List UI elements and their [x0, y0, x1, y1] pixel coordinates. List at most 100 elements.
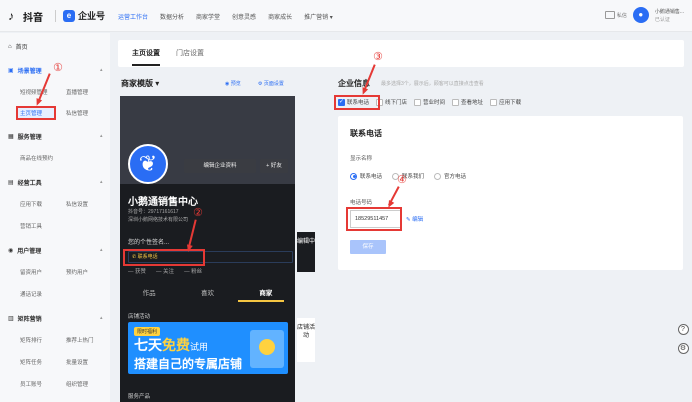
- sidebar-section-tools[interactable]: ▤ 经营工具: [8, 178, 42, 187]
- enterprise-info-hint: 最多选择3个，展示后，顾客可以直接点击查看: [381, 81, 484, 87]
- promo-banner[interactable]: 限时福利 七天免费试用 搭建自己的专属店铺: [128, 322, 288, 374]
- douyin-logo[interactable]: ♪ 抖音: [8, 9, 43, 25]
- tab-home-settings[interactable]: 主页设置: [132, 48, 160, 58]
- sidebar-item-hot[interactable]: 推荐上热门: [66, 336, 94, 344]
- sidebar-home-label: 首页: [15, 45, 28, 51]
- radio-official-phone[interactable]: 官方电话: [434, 172, 466, 180]
- annotation-box-4: [346, 207, 402, 231]
- settings-tabs: 主页设置 门店设置: [118, 40, 684, 67]
- banner-subline: 搭建自己的专属店铺: [134, 357, 243, 371]
- chevron-up-icon[interactable]: ▴: [100, 179, 103, 185]
- sidebar-item-staff[interactable]: 员工账号: [20, 380, 42, 388]
- home-icon: ⌂: [8, 43, 12, 50]
- user-name: 小鹅通销售...: [654, 8, 684, 15]
- sidebar-item-tasks[interactable]: 矩阵任务: [20, 358, 42, 366]
- annotation-number-1: ①: [53, 62, 63, 74]
- save-button[interactable]: 保存: [350, 240, 386, 254]
- sidebar-section-service[interactable]: ▦ 服务管理: [8, 132, 42, 141]
- enterprise-logo-icon: e: [63, 9, 75, 22]
- checkbox-address[interactable]: 查看地址: [452, 98, 483, 106]
- checkbox-app-download[interactable]: 应用下载: [490, 98, 521, 106]
- template-selector[interactable]: 商家模版 ▾: [121, 78, 159, 89]
- matrix-icon: ▥: [8, 316, 14, 322]
- radio-contact-phone[interactable]: 联系电话: [350, 172, 382, 180]
- nav-merchant-school[interactable]: 商家学堂: [196, 12, 220, 21]
- sidebar: ⌂ 首页 ▣ 场景管理 ▴ 短视频管理 直播管理 主页管理 私信管理 ▦ 服务管…: [0, 33, 110, 402]
- sidebar-item-marketing[interactable]: 营销工具: [20, 222, 42, 230]
- sidebar-item-booking[interactable]: 商品在线预约: [20, 154, 53, 162]
- scene-icon: ▣: [8, 68, 14, 74]
- avatar[interactable]: ●: [632, 7, 649, 23]
- help-icon[interactable]: ?: [677, 324, 689, 335]
- chevron-up-icon[interactable]: ▴: [100, 315, 103, 321]
- sidebar-section-label: 用户管理: [17, 249, 42, 255]
- message-icon: [604, 11, 615, 19]
- vtab-editing[interactable]: 编辑中: [297, 232, 315, 272]
- enterprise-brand[interactable]: e 企业号: [63, 9, 105, 22]
- settings-gear-icon[interactable]: ⚙: [677, 343, 689, 354]
- annotation-number-4: ④: [397, 174, 407, 186]
- sidebar-item-leads[interactable]: 留资用户: [20, 268, 42, 276]
- profile-tabs: 作品 喜欢 商家: [120, 287, 295, 301]
- sidebar-section-matrix[interactable]: ▥ 矩阵营销: [8, 314, 42, 323]
- tools-icon: ▤: [8, 180, 14, 186]
- sidebar-item-org[interactable]: 组织管理: [66, 380, 88, 388]
- sidebar-section-label: 场景管理: [17, 69, 42, 75]
- preview-button[interactable]: ◉ 预览: [225, 80, 241, 87]
- sidebar-item-dm-settings[interactable]: 私信设置: [66, 200, 88, 208]
- enterprise-brand-text: 企业号: [78, 11, 106, 21]
- sidebar-section-label: 矩阵营销: [17, 317, 42, 323]
- edit-phone-button[interactable]: ✎ 编辑: [406, 215, 423, 223]
- chevron-up-icon[interactable]: ▴: [100, 133, 103, 139]
- sidebar-item-booked-users[interactable]: 预约用户: [66, 268, 88, 276]
- sidebar-section-scene[interactable]: ▣ 场景管理: [8, 66, 42, 75]
- annotation-box-2: [123, 249, 205, 266]
- logo-divider: [55, 10, 56, 22]
- nav-data-analysis[interactable]: 数据分析: [160, 12, 184, 21]
- user-info[interactable]: 小鹅通销售... 已认证: [655, 8, 684, 23]
- sidebar-item-batch[interactable]: 批量设置: [66, 358, 88, 366]
- service-icon: ▦: [8, 134, 14, 140]
- sidebar-item-dm[interactable]: 私信管理: [66, 109, 88, 117]
- nav-growth[interactable]: 商家成长: [268, 12, 292, 21]
- annotation-box-1: [16, 106, 56, 120]
- active-tab-indicator: [132, 64, 160, 66]
- nav-workbench[interactable]: 运营工作台: [118, 12, 148, 21]
- service-products-label: 服务产品: [128, 394, 151, 400]
- checkbox-business-hours[interactable]: 营业时间: [414, 98, 445, 106]
- chevron-up-icon[interactable]: ▴: [100, 247, 103, 253]
- goose-avatar-icon: ❦: [128, 144, 168, 184]
- checkbox-offline-store[interactable]: 线下门店: [376, 98, 407, 106]
- checkbox-icon: [414, 98, 422, 106]
- sidebar-item-home[interactable]: ⌂ 首页: [8, 42, 28, 52]
- checkbox-icon: [490, 98, 498, 106]
- store-illustration-icon: [250, 330, 284, 368]
- banner-headline: 七天免费试用: [134, 337, 209, 353]
- store-activity-label: 店铺活动: [128, 314, 151, 320]
- user-verified: 已认证: [654, 16, 670, 23]
- sidebar-item-ranking[interactable]: 矩阵排行: [20, 336, 42, 344]
- sidebar-item-live[interactable]: 直播管理: [66, 88, 88, 96]
- nav-promotion[interactable]: 推广营销 ▾: [304, 12, 333, 21]
- sidebar-item-app-download[interactable]: 应用下载: [20, 200, 42, 208]
- radio-icon: [434, 172, 442, 180]
- vtab-store-activity[interactable]: 店铺活动: [297, 318, 315, 362]
- tab-store-settings[interactable]: 门店设置: [176, 48, 204, 58]
- stat-following: — 关注: [156, 269, 175, 275]
- tab-works[interactable]: 作品: [143, 287, 156, 301]
- tab-likes[interactable]: 喜欢: [201, 287, 214, 301]
- edit-profile-button[interactable]: 编辑企业资料: [184, 159, 256, 173]
- tab-merchant[interactable]: 商家: [259, 287, 272, 301]
- stat-fans: — 粉丝: [184, 269, 203, 275]
- contact-phone-card: 联系电话 显示名称 联系电话 联系我们 官方电话 电话号码 1852951145…: [338, 116, 683, 270]
- annotation-number-2: ②: [193, 207, 203, 219]
- page-settings-button[interactable]: ⚙ 页面设置: [258, 80, 284, 87]
- sidebar-item-calls[interactable]: 通话记录: [20, 290, 42, 298]
- users-icon: ◉: [8, 248, 14, 254]
- add-friend-button[interactable]: + 好友: [260, 159, 288, 173]
- nav-creative[interactable]: 创意灵感: [232, 12, 256, 21]
- message-button[interactable]: 私信: [604, 11, 627, 19]
- top-right-area: 私信 ● 小鹅通销售... 已认证: [604, 7, 684, 23]
- chevron-up-icon[interactable]: ▴: [100, 67, 103, 73]
- sidebar-section-users[interactable]: ◉ 用户管理: [8, 246, 41, 255]
